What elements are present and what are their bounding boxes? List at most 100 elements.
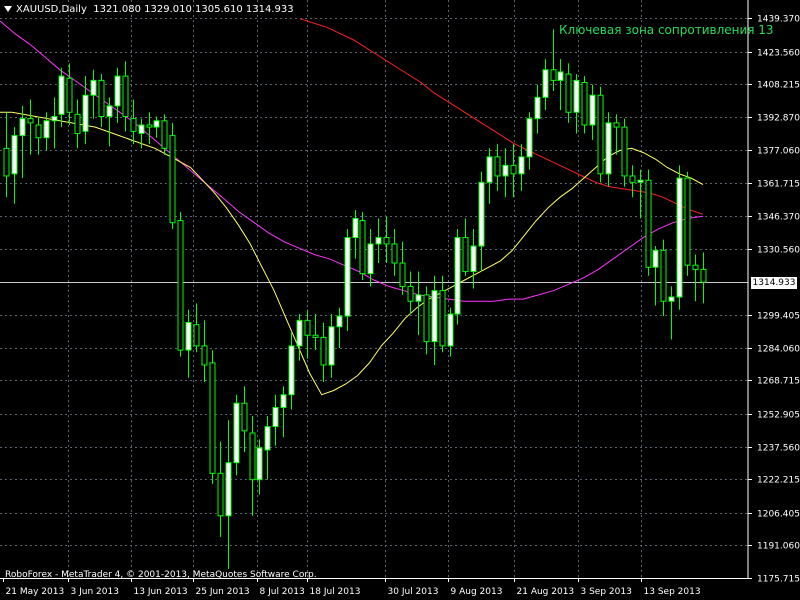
candle-body (645, 179, 652, 268)
candle-body (233, 402, 240, 464)
candle-body (597, 94, 604, 175)
candle (454, 229, 461, 325)
candle-body (43, 120, 50, 139)
candle (645, 169, 652, 276)
candle-body (439, 290, 446, 347)
candle (502, 148, 509, 198)
candle (106, 97, 113, 147)
candle (478, 171, 485, 272)
candle (557, 59, 564, 111)
candle (193, 303, 200, 353)
y-tick-label: 1361.715 (757, 180, 800, 190)
candle-body (407, 285, 414, 302)
candle (249, 415, 256, 516)
candle-body (589, 94, 596, 126)
resistance-annotation: Ключевая зона сопротивления 13 (559, 23, 774, 37)
x-tick-label: 13 Sep 2013 (644, 587, 701, 597)
y-tick-label: 1175.715 (757, 575, 800, 585)
candle-body (19, 118, 26, 137)
candle-body (312, 334, 319, 338)
candle (11, 127, 18, 204)
candle (161, 114, 168, 155)
x-tick-label: 13 Jun 2013 (134, 587, 188, 597)
candle-body (74, 113, 81, 134)
x-tick-label: 3 Sep 2013 (581, 587, 632, 597)
candle (217, 441, 224, 538)
candle-body (415, 294, 422, 302)
candle (320, 322, 327, 382)
x-tick-label: 30 Jul 2013 (388, 587, 439, 597)
candle (668, 286, 675, 340)
candle-body (613, 122, 620, 128)
price-chart[interactable]: 1439.3701423.5601408.2151392.8701377.060… (0, 0, 800, 600)
candle (526, 112, 533, 170)
candle-body (621, 126, 628, 177)
candle (19, 105, 26, 179)
candle-body (161, 120, 168, 149)
candle-body (288, 345, 295, 396)
candle (439, 275, 446, 353)
candle (114, 67, 121, 123)
x-tick-label: 9 Aug 2013 (451, 587, 503, 597)
candle (652, 246, 659, 306)
candle-body (58, 75, 65, 115)
candle-body (169, 135, 176, 224)
candle-body (550, 69, 557, 81)
candle-body (668, 296, 675, 302)
candle-body (256, 447, 263, 481)
candle-body (423, 294, 430, 343)
dropdown-triangle-icon[interactable] (4, 6, 12, 12)
candle-body (304, 319, 311, 336)
candle-body (652, 249, 659, 268)
candle-body (399, 262, 406, 287)
candle-body (106, 105, 113, 117)
candle-body (700, 268, 707, 283)
x-tick-label: 3 Jun 2013 (71, 587, 119, 597)
candle (700, 252, 707, 304)
candle-body (11, 135, 18, 175)
candle-body (605, 122, 612, 175)
y-tick-label: 1284.060 (757, 345, 800, 355)
candle (359, 212, 366, 281)
candle (676, 165, 683, 310)
candle (597, 86, 604, 183)
candles (3, 29, 707, 569)
candle (407, 271, 414, 315)
candle-body (146, 124, 153, 128)
candle-body (542, 69, 549, 98)
candle (90, 69, 97, 119)
candle (209, 350, 216, 484)
candle (35, 116, 42, 155)
candle-body (470, 245, 477, 273)
y-tick-label: 1206.405 (757, 510, 800, 520)
x-tick-label: 8 Jul 2013 (260, 587, 305, 597)
candle-body (66, 77, 73, 113)
candle (383, 216, 390, 264)
candle-body (153, 120, 160, 128)
candle-body (359, 220, 366, 275)
candle-body (676, 177, 683, 298)
candle-body (573, 79, 580, 113)
candle (684, 171, 691, 276)
y-tick-label: 1392.870 (757, 114, 800, 124)
candle-body (225, 462, 232, 517)
candle (660, 239, 667, 317)
candle (225, 420, 232, 569)
candle-body (280, 394, 287, 408)
candle-body (502, 164, 509, 177)
y-tick-label: 1408.215 (757, 81, 800, 91)
candle-body (391, 243, 398, 264)
candle-body (660, 249, 667, 302)
candle (58, 67, 65, 128)
candle (272, 394, 279, 446)
candle (51, 97, 58, 149)
candle (605, 112, 612, 187)
y-tick-label: 1377.060 (757, 147, 800, 157)
candle (280, 386, 287, 438)
candle-body (352, 217, 359, 239)
candle (74, 99, 81, 149)
candle-body (581, 82, 588, 126)
candle (27, 99, 34, 155)
candle-body (454, 237, 461, 315)
grid-lines (0, 0, 748, 579)
